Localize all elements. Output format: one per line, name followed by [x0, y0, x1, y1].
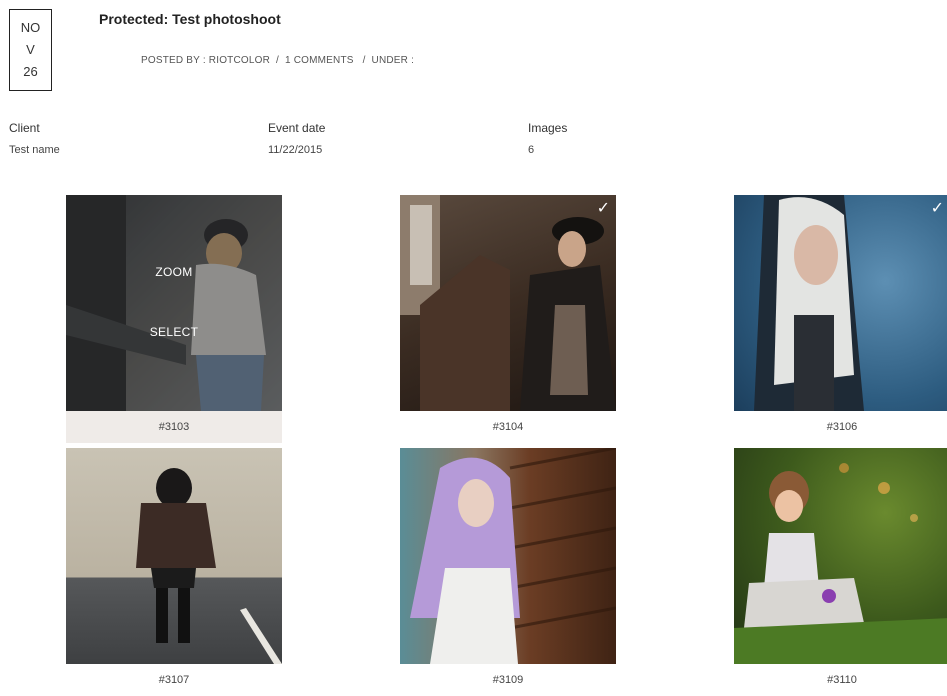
images-label: Images — [528, 121, 568, 135]
gallery-photo-3107[interactable] — [66, 448, 282, 664]
date-line-2: V — [26, 42, 35, 57]
photo-caption: #3107 — [158, 674, 190, 686]
gallery-photo-3104[interactable]: ✓ — [400, 195, 616, 411]
post-date-box: NO V 26 — [9, 9, 52, 91]
post-title[interactable]: Protected: Test photoshoot — [99, 11, 281, 27]
selected-check-icon: ✓ — [596, 200, 610, 217]
selected-check-icon: ✓ — [930, 200, 944, 217]
gallery-photo-3109[interactable] — [400, 448, 616, 664]
photo-image — [136, 468, 282, 664]
zoom-button[interactable]: ZOOM — [66, 265, 282, 279]
photo-image — [734, 463, 947, 664]
photo-caption: #3110 — [827, 674, 857, 686]
select-button[interactable]: SELECT — [66, 325, 282, 339]
gallery-photo-3103[interactable]: ZOOM SELECT — [66, 195, 282, 411]
photo-image — [400, 195, 616, 411]
images-info: Images 6 — [528, 121, 567, 156]
under-label: UNDER : — [371, 55, 415, 66]
meta-separator: / — [362, 55, 366, 66]
date-line-3: 26 — [23, 64, 38, 79]
photo-image — [754, 195, 864, 411]
date-line-1: NO — [20, 20, 41, 35]
event-date-label: Event date — [268, 121, 326, 135]
meta-separator: / — [276, 55, 279, 66]
client-info: Client Test name — [9, 121, 60, 156]
photo-caption: #3103 — [66, 411, 282, 443]
photo-image — [410, 448, 616, 664]
images-value: 6 — [528, 144, 535, 156]
client-label: Client — [9, 121, 40, 135]
photo-caption: #3104 — [492, 421, 524, 433]
post-meta: POSTED BY : RIOTCOLOR / 1 COMMENTS / UND… — [141, 55, 414, 66]
gallery-photo-3110[interactable] — [734, 448, 947, 664]
hover-overlay — [66, 195, 282, 411]
client-value: Test name — [9, 144, 60, 156]
posted-by-label: POSTED BY : — [141, 55, 206, 66]
gallery-photo-3106[interactable]: ✓ — [734, 195, 947, 411]
photo-caption: #3106 — [826, 421, 858, 433]
author-link[interactable]: RIOTCOLOR — [209, 55, 270, 66]
event-date-value: 11/22/2015 — [268, 144, 323, 156]
comments-link[interactable]: 1 COMMENTS — [285, 55, 354, 66]
event-date-info: Event date 11/22/2015 — [268, 121, 325, 156]
photo-caption: #3109 — [492, 674, 524, 686]
